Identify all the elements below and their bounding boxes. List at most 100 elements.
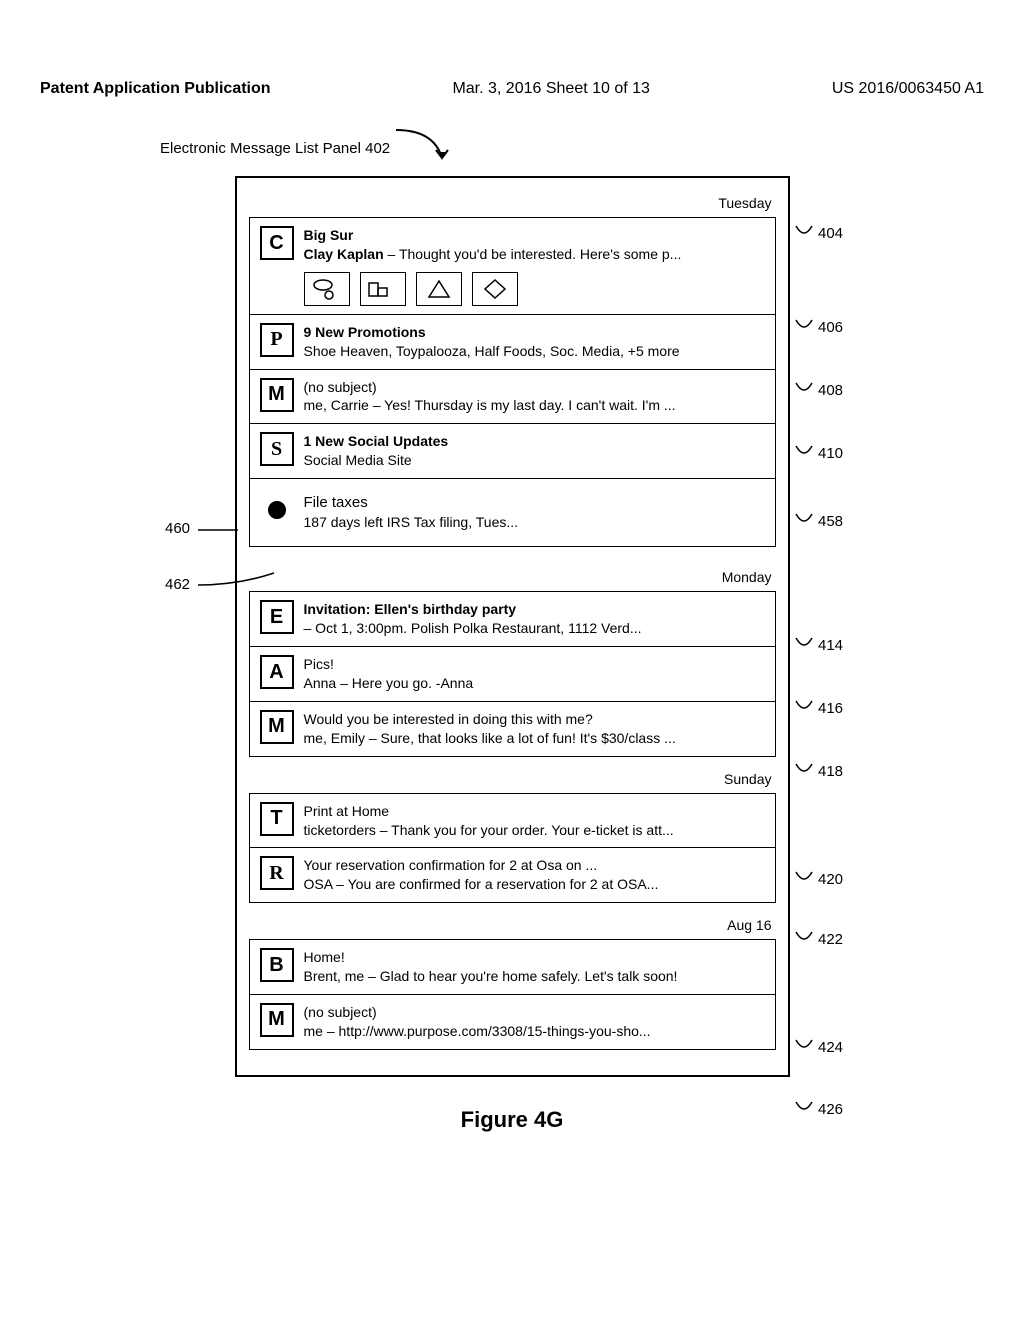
- msg-preview: Shoe Heaven, Toypalooza, Half Foods, Soc…: [304, 342, 765, 361]
- msg-content: Would you be interested in doing this wi…: [304, 710, 765, 748]
- cluster-monday: E Invitation: Ellen's birthday party – O…: [249, 591, 776, 756]
- buildings-icon: [365, 276, 401, 302]
- lead-line-462: [198, 571, 278, 591]
- lead-line-460: [198, 526, 238, 534]
- msg-content: Home! Brent, me – Glad to hear you're ho…: [304, 948, 765, 986]
- msg-preview: Anna – Here you go. -Anna: [304, 674, 765, 693]
- ref-424: 424: [794, 1038, 843, 1056]
- attachment-row: [304, 272, 765, 306]
- arc-icon: [794, 318, 814, 336]
- ref-420: 420: [794, 870, 843, 888]
- msg-subject: Print at Home: [304, 802, 765, 821]
- cluster-sunday: T Print at Home ticketorders – Thank you…: [249, 793, 776, 904]
- ref-414: 414: [794, 636, 843, 654]
- attachment-thumb-2[interactable]: [360, 272, 406, 306]
- msg-subject: (no subject): [304, 378, 765, 397]
- task-due: 187 days left IRS Tax filing, Tues...: [304, 513, 765, 532]
- ref-406: 406: [794, 318, 843, 336]
- msg-content: Big Sur Clay Kaplan – Thought you'd be i…: [304, 226, 765, 306]
- msg-preview: me, Emily – Sure, that looks like a lot …: [304, 729, 765, 748]
- msg-content: Pics! Anna – Here you go. -Anna: [304, 655, 765, 693]
- msg-subject: (no subject): [304, 1003, 765, 1022]
- msg-subject: Would you be interested in doing this wi…: [304, 710, 765, 729]
- triangle-icon: [421, 276, 457, 302]
- ref-410: 410: [794, 444, 843, 462]
- panel-label: Electronic Message List Panel 402: [0, 140, 390, 157]
- msg-preview: me – http://www.purpose.com/3308/15-thin…: [304, 1022, 765, 1041]
- day-header-sunday: Sunday: [249, 769, 776, 793]
- msg-content: Print at Home ticketorders – Thank you f…: [304, 802, 765, 840]
- ref-404: 404: [794, 224, 843, 242]
- ref-418: 418: [794, 762, 843, 780]
- msg-content: (no subject) me – http://www.purpose.com…: [304, 1003, 765, 1041]
- msg-preview: me, Carrie – Yes! Thursday is my last da…: [304, 396, 765, 415]
- message-row-422[interactable]: R Your reservation confirmation for 2 at…: [250, 848, 775, 902]
- task-bullet-460: [260, 493, 294, 527]
- msg-content: File taxes 187 days left IRS Tax filing,…: [304, 493, 765, 532]
- bullet-icon: [268, 501, 286, 519]
- message-row-420[interactable]: T Print at Home ticketorders – Thank you…: [250, 794, 775, 849]
- message-row-408[interactable]: M (no subject) me, Carrie – Yes! Thursda…: [250, 370, 775, 425]
- shapes-icon: [309, 276, 345, 302]
- avatar-t: T: [260, 802, 294, 836]
- attachment-thumb-1[interactable]: [304, 272, 350, 306]
- message-list-panel: Tuesday C Big Sur Clay Kaplan – Thought …: [235, 176, 790, 1077]
- message-row-418[interactable]: M Would you be interested in doing this …: [250, 702, 775, 756]
- message-row-406[interactable]: P 9 New Promotions Shoe Heaven, Toypaloo…: [250, 315, 775, 370]
- ref-426: 426: [794, 1100, 843, 1118]
- avatar-m: M: [260, 710, 294, 744]
- attachment-thumb-4[interactable]: [472, 272, 518, 306]
- message-row-410[interactable]: S 1 New Social Updates Social Media Site: [250, 424, 775, 479]
- avatar-m: M: [260, 378, 294, 412]
- ref-416: 416: [794, 699, 843, 717]
- attachment-thumb-3[interactable]: [416, 272, 462, 306]
- arc-icon: [794, 444, 814, 462]
- ref-462: 462: [165, 576, 190, 593]
- msg-subject: Pics!: [304, 655, 765, 674]
- task-title: File taxes: [304, 493, 765, 513]
- msg-preview: – Oct 1, 3:00pm. Polish Polka Restaurant…: [304, 619, 765, 638]
- diamond-icon: [477, 276, 513, 302]
- header-left: Patent Application Publication: [40, 80, 271, 98]
- avatar-e: E: [260, 600, 294, 634]
- panel-label-row: Electronic Message List Panel 402: [0, 128, 1024, 168]
- msg-preview: ticketorders – Thank you for your order.…: [304, 821, 765, 840]
- avatar-s: S: [260, 432, 294, 466]
- day-header-aug16: Aug 16: [249, 915, 776, 939]
- day-header-monday: Monday: [249, 567, 776, 591]
- msg-content: Invitation: Ellen's birthday party – Oct…: [304, 600, 765, 638]
- message-row-424[interactable]: B Home! Brent, me – Glad to hear you're …: [250, 940, 775, 995]
- arc-icon: [794, 381, 814, 399]
- ref-408: 408: [794, 381, 843, 399]
- message-row-404[interactable]: C Big Sur Clay Kaplan – Thought you'd be…: [250, 218, 775, 315]
- msg-content: (no subject) me, Carrie – Yes! Thursday …: [304, 378, 765, 416]
- avatar-r: R: [260, 856, 294, 890]
- msg-content: Your reservation confirmation for 2 at O…: [304, 856, 765, 894]
- msg-subject: Home!: [304, 948, 765, 967]
- arrow-down-icon: [394, 128, 454, 168]
- ref-422: 422: [794, 930, 843, 948]
- task-row-458[interactable]: File taxes 187 days left IRS Tax filing,…: [250, 479, 775, 546]
- msg-subject: Big Sur: [304, 227, 354, 243]
- cluster-tuesday: C Big Sur Clay Kaplan – Thought you'd be…: [249, 217, 776, 547]
- arc-icon: [794, 762, 814, 780]
- arc-icon: [794, 1100, 814, 1118]
- message-row-416[interactable]: A Pics! Anna – Here you go. -Anna: [250, 647, 775, 702]
- avatar-c: C: [260, 226, 294, 260]
- avatar-m: M: [260, 1003, 294, 1037]
- msg-sender: Clay Kaplan: [304, 246, 384, 262]
- avatar-p: P: [260, 323, 294, 357]
- arc-icon: [794, 870, 814, 888]
- msg-subject: 9 New Promotions: [304, 323, 765, 342]
- avatar-a: A: [260, 655, 294, 689]
- msg-preview: Brent, me – Glad to hear you're home saf…: [304, 967, 765, 986]
- day-header-tuesday: Tuesday: [249, 193, 776, 217]
- figure-caption: Figure 4G: [0, 1107, 1024, 1133]
- msg-subject: 1 New Social Updates: [304, 432, 765, 451]
- arc-icon: [794, 1038, 814, 1056]
- message-row-414[interactable]: E Invitation: Ellen's birthday party – O…: [250, 592, 775, 647]
- message-row-426[interactable]: M (no subject) me – http://www.purpose.c…: [250, 995, 775, 1049]
- header-center: Mar. 3, 2016 Sheet 10 of 13: [452, 80, 649, 98]
- msg-content: 1 New Social Updates Social Media Site: [304, 432, 765, 470]
- ref-458: 458: [794, 512, 843, 530]
